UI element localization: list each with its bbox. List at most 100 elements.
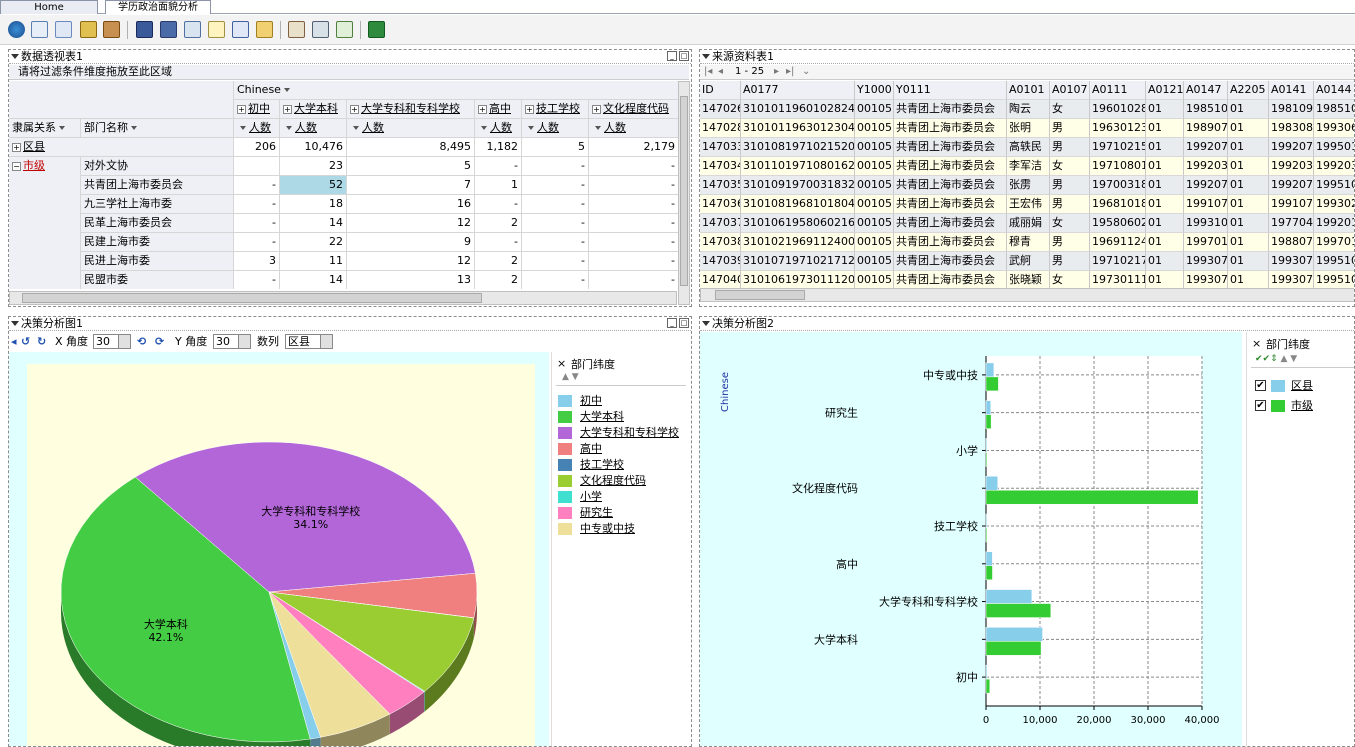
pivot-cell[interactable]: - (522, 195, 589, 214)
table-cell[interactable]: 31010919700318323* (741, 176, 855, 195)
pivot-cell[interactable]: 2 (475, 252, 522, 271)
table-cell[interactable]: 01 (1146, 157, 1184, 176)
table-cell[interactable]: 199307 (1269, 252, 1314, 271)
edit-icon[interactable] (288, 21, 305, 38)
table-cell[interactable]: 199107 (1184, 195, 1228, 214)
table-cell[interactable]: 198807 (1269, 233, 1314, 252)
table-cell[interactable]: 01 (1146, 176, 1184, 195)
expand-icon[interactable]: + (283, 104, 292, 114)
row-group-county[interactable]: + 区县 (9, 138, 234, 157)
table-cell[interactable]: 01 (1228, 233, 1269, 252)
bar[interactable] (985, 452, 988, 467)
table-cell[interactable]: 31010119601028248* (741, 100, 855, 119)
note-icon[interactable] (208, 21, 225, 38)
bar[interactable] (985, 565, 993, 581)
bar[interactable] (985, 527, 988, 543)
table-cell[interactable]: 199203 (1314, 157, 1354, 176)
pivot-cell[interactable]: 14 (280, 214, 347, 233)
pivot-cell[interactable]: - (589, 214, 679, 233)
table-cell[interactable]: 19730111 (1090, 271, 1146, 288)
table-cell[interactable]: 共青团上海市委员会 (894, 157, 1007, 176)
table-cell[interactable]: 19710217 (1090, 252, 1146, 271)
table-cell[interactable]: 男 (1050, 176, 1090, 195)
pivot-cell[interactable]: - (234, 176, 280, 195)
measure-header[interactable]: 人数 (475, 119, 522, 138)
layout-icon[interactable] (232, 21, 249, 38)
table-cell[interactable]: 198510 (1314, 100, 1354, 119)
excel-icon[interactable] (368, 21, 385, 38)
pivot-cell[interactable]: 2,179 (589, 138, 679, 157)
globe-icon[interactable] (8, 21, 25, 38)
folder-icon[interactable] (256, 21, 273, 38)
table-cell[interactable]: 女 (1050, 271, 1090, 288)
legend-toolbar[interactable]: ✔✔⇕ ▲ ▼ (1251, 354, 1354, 368)
table-cell[interactable]: 共青团上海市委员会 (894, 119, 1007, 138)
table-cell[interactable]: 00105 (855, 176, 894, 195)
table-cell[interactable]: 00105 (855, 271, 894, 288)
table-cell[interactable]: 01 (1228, 271, 1269, 288)
legend-item[interactable]: 文化程度代码 (580, 474, 646, 488)
table-cell[interactable]: 19630123 (1090, 119, 1146, 138)
column-header[interactable]: A0144 (1314, 81, 1354, 100)
chevron-down-icon[interactable] (240, 126, 246, 130)
pivot-cell[interactable]: 5 (347, 157, 475, 176)
pivot-cell[interactable]: - (589, 233, 679, 252)
bar[interactable] (985, 641, 1042, 656)
row-header[interactable]: 民革上海市委员会 (81, 214, 234, 233)
table-cell[interactable]: 198308 (1269, 119, 1314, 138)
table-cell[interactable]: 147039 (700, 252, 741, 271)
chevron-down-icon[interactable] (283, 88, 290, 92)
y-angle-select[interactable]: 30 (213, 334, 251, 349)
table-cell[interactable]: 01 (1146, 252, 1184, 271)
table-cell[interactable]: 王宏伟 (1007, 195, 1050, 214)
table-cell[interactable]: 共青团上海市委员会 (894, 214, 1007, 233)
pivot-cell[interactable]: - (522, 157, 589, 176)
table-cell[interactable]: 199510 (1314, 252, 1354, 271)
pivot-cell[interactable]: - (234, 233, 280, 252)
table-cell[interactable]: 01 (1228, 195, 1269, 214)
table-cell[interactable]: 01 (1146, 119, 1184, 138)
table-cell[interactable]: 00105 (855, 119, 894, 138)
table-cell[interactable]: 女 (1050, 100, 1090, 119)
pivot-cell[interactable]: 2 (475, 271, 522, 289)
pivot-cell[interactable]: 2 (475, 214, 522, 233)
table-cell[interactable]: 男 (1050, 252, 1090, 271)
table-cell[interactable]: 147036 (700, 195, 741, 214)
table-cell[interactable]: 01 (1146, 233, 1184, 252)
bar[interactable] (985, 551, 993, 567)
save-icon[interactable] (136, 21, 153, 38)
legend-item[interactable]: 区县 (1291, 379, 1313, 393)
bar[interactable] (985, 664, 988, 680)
expand-icon[interactable]: ⌄ (802, 65, 810, 79)
bar[interactable] (985, 489, 1199, 505)
source-hscroll-thumb[interactable] (715, 290, 805, 300)
tab-analysis[interactable]: 学历政治面貌分析 (105, 0, 211, 14)
pivot-vscrollbar[interactable] (678, 81, 690, 305)
table-cell[interactable]: 199310 (1184, 214, 1228, 233)
chevron-down-icon[interactable] (131, 126, 137, 130)
collapse-icon[interactable] (702, 54, 710, 59)
rotate-left-icon[interactable]: ◂ (11, 333, 17, 350)
pivot-cell[interactable]: - (475, 195, 522, 214)
expand-icon[interactable]: + (237, 104, 246, 114)
table-cell[interactable]: 武舸 (1007, 252, 1050, 271)
chevron-down-icon[interactable] (320, 335, 332, 348)
legend-item[interactable]: 大学专科和专科学校 (580, 426, 679, 440)
table-cell[interactable]: 男 (1050, 119, 1090, 138)
table-cell[interactable]: 31010719710217123* (741, 252, 855, 271)
column-header[interactable]: A0101 (1007, 81, 1050, 100)
column-header[interactable]: A0177 (741, 81, 855, 100)
table-cell[interactable]: 00105 (855, 195, 894, 214)
pivot-cell[interactable]: - (522, 252, 589, 271)
legend-item[interactable]: 初中 (580, 394, 602, 408)
column-header[interactable]: + 技工学校 (522, 100, 589, 119)
rotate-y-right-icon[interactable]: ⟳ (155, 333, 164, 350)
column-header[interactable]: A0141 (1269, 81, 1314, 100)
table-cell[interactable]: 男 (1050, 138, 1090, 157)
filter-drop-zone[interactable]: 请将过滤条件维度拖放至此区域 (9, 65, 689, 80)
table-cell[interactable]: 男 (1050, 195, 1090, 214)
table-cell[interactable]: 199203 (1269, 157, 1314, 176)
chevron-down-icon[interactable] (286, 126, 292, 130)
pivot-cell[interactable]: - (234, 271, 280, 289)
pivot-cell[interactable]: 22 (280, 233, 347, 252)
